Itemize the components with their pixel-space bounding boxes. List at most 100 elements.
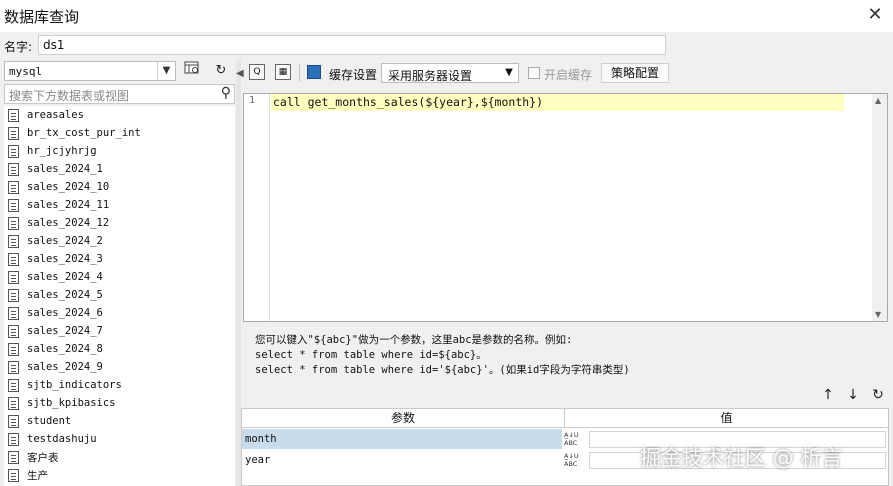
table-list-item[interactable]: student — [4, 412, 235, 430]
table-list-item[interactable]: sales_2024_4 — [4, 268, 235, 286]
sql-code[interactable]: call get_months_sales(${year},${month}) — [273, 95, 543, 109]
table-file-icon — [8, 378, 19, 392]
table-file-icon — [8, 108, 19, 122]
table-name: sales_2024_6 — [27, 307, 103, 319]
name-input[interactable]: ds1 — [38, 35, 666, 55]
move-up-icon[interactable]: ↑ — [819, 386, 837, 404]
table-file-icon — [8, 432, 19, 446]
param-column-header: 参数 — [242, 409, 565, 428]
table-list-item[interactable]: sales_2024_6 — [4, 304, 235, 322]
toolbar-divider — [299, 64, 300, 82]
enable-cache-checkbox[interactable] — [528, 67, 540, 79]
table-file-icon — [8, 396, 19, 410]
sql-editor[interactable]: 1 call get_months_sales(${year},${month}… — [243, 93, 888, 322]
table-list-item[interactable]: sales_2024_9 — [4, 358, 235, 376]
cache-mode-select[interactable]: 采用服务器设置 ▼ — [381, 63, 519, 83]
table-list-item[interactable]: areasales — [4, 106, 235, 124]
table-name: sales_2024_4 — [27, 271, 103, 283]
table-file-icon — [8, 198, 19, 212]
cache-icon — [307, 65, 321, 79]
value-column-header: 值 — [720, 411, 733, 425]
close-icon[interactable]: ✕ — [865, 4, 885, 25]
chevron-down-icon[interactable]: ▼ — [157, 62, 175, 80]
name-row: 名字: ds1 — [0, 32, 893, 60]
cache-mode-value: 采用服务器设置 — [388, 69, 473, 83]
table-file-icon — [8, 126, 19, 140]
table-name: br_tx_cost_pur_int — [27, 127, 141, 139]
refresh-icon[interactable]: ↻ — [210, 61, 232, 81]
table-list-item[interactable]: sales_2024_8 — [4, 340, 235, 358]
name-label: 名字: — [4, 40, 33, 54]
scroll-up-icon[interactable]: ▲ — [875, 96, 881, 105]
table-name: areasales — [27, 109, 84, 121]
table-name: sales_2024_7 — [27, 325, 103, 337]
table-name: sales_2024_8 — [27, 343, 103, 355]
save-icon[interactable]: ▦ — [275, 64, 291, 80]
table-file-icon — [8, 180, 19, 194]
table-list-item[interactable]: sales_2024_12 — [4, 214, 235, 232]
table-file-icon — [8, 450, 19, 464]
table-name: sales_2024_9 — [27, 361, 103, 373]
table-file-icon — [8, 162, 19, 176]
table-name: hr_jcjyhrjg — [27, 145, 97, 157]
table-name: 客户表 — [27, 451, 59, 464]
type-abc-icon[interactable]: A̲↓U ABC — [564, 431, 586, 447]
scroll-down-icon[interactable]: ▼ — [875, 310, 881, 319]
table-search-input[interactable]: 搜索下方数据表或视图 ⚲ — [4, 84, 235, 104]
table-list-item[interactable]: hr_jcjyhrjg — [4, 142, 235, 160]
table-list: areasales br_tx_cost_pur_int hr_jcjyhrjgsa… — [4, 106, 235, 486]
table-file-icon — [8, 216, 19, 230]
table-list-item[interactable]: sales_2024_10 — [4, 178, 235, 196]
param-name[interactable]: year — [242, 450, 562, 470]
strategy-config-button[interactable]: 策略配置 — [601, 63, 669, 83]
enable-cache-label: 开启缓存 — [544, 68, 593, 82]
table-list-item[interactable]: sales_2024_11 — [4, 196, 235, 214]
left-panel: mysql ▼ ↻ 搜索下方数据表或视图 ⚲ areasales br_tx_co… — [0, 60, 236, 486]
title-bar: 数据库查询 ✕ — [0, 0, 893, 32]
table-name: sales_2024_10 — [27, 181, 110, 193]
table-list-item[interactable]: sales_2024_3 — [4, 250, 235, 268]
table-preview-icon[interactable] — [181, 61, 203, 81]
table-file-icon — [8, 270, 19, 284]
table-file-icon — [8, 342, 19, 356]
table-file-icon — [8, 414, 19, 428]
table-list-item[interactable]: 生产 — [4, 466, 235, 484]
line-number: 1 — [248, 95, 255, 106]
watermark: 掘金技术社区 @ 析言 — [640, 446, 843, 470]
database-select[interactable]: mysql ▼ — [4, 61, 176, 81]
table-name: sjtb_indicators — [27, 379, 122, 391]
table-file-icon — [8, 468, 19, 482]
line-gutter: 1 — [244, 94, 270, 321]
table-name: sales_2024_2 — [27, 235, 103, 247]
table-list-item[interactable]: sales_2024_7 — [4, 322, 235, 340]
table-list-item[interactable]: br_tx_cost_pur_int — [4, 124, 235, 142]
editor-scrollbar[interactable]: ▲ ▼ — [872, 94, 887, 321]
table-name: sales_2024_11 — [27, 199, 110, 211]
table-list-item[interactable]: sales_2024_1 — [4, 160, 235, 178]
table-list-item[interactable]: sales_2024_2 — [4, 232, 235, 250]
table-list-item[interactable]: 客户表 — [4, 448, 235, 466]
chevron-down-icon[interactable]: ▼ — [500, 64, 518, 82]
search-placeholder: 搜索下方数据表或视图 — [9, 89, 130, 103]
refresh-params-icon[interactable]: ↻ — [869, 386, 887, 404]
hint-line: 您可以键入"${abc}"做为一个参数，这里abc是参数的名称。例如: — [255, 334, 573, 346]
preview-icon[interactable]: Q — [249, 64, 265, 80]
window-title: 数据库查询 — [4, 8, 80, 26]
query-toolbar: Q ▦ 缓存设置 采用服务器设置 ▼ 开启缓存 策略配置 — [241, 60, 893, 86]
database-select-value: mysql — [9, 65, 43, 78]
table-list-item[interactable]: testdashuju — [4, 430, 235, 448]
params-header: 参数 值 — [242, 409, 888, 428]
type-abc-icon[interactable]: A̲↓U ABC — [564, 452, 586, 468]
search-icon[interactable]: ⚲ — [221, 85, 231, 101]
table-name: sales_2024_1 — [27, 163, 103, 175]
table-file-icon — [8, 144, 19, 158]
cache-settings-label: 缓存设置 — [329, 68, 378, 82]
table-list-item[interactable]: sjtb_indicators — [4, 376, 235, 394]
table-file-icon — [8, 306, 19, 320]
right-panel: Q ▦ 缓存设置 采用服务器设置 ▼ 开启缓存 策略配置 1 call get_… — [241, 60, 893, 486]
table-list-item[interactable]: sjtb_kpibasics — [4, 394, 235, 412]
move-down-icon[interactable]: ↓ — [844, 386, 862, 404]
table-list-item[interactable]: sales_2024_5 — [4, 286, 235, 304]
table-name: sales_2024_12 — [27, 217, 110, 229]
param-name[interactable]: month — [242, 429, 562, 449]
